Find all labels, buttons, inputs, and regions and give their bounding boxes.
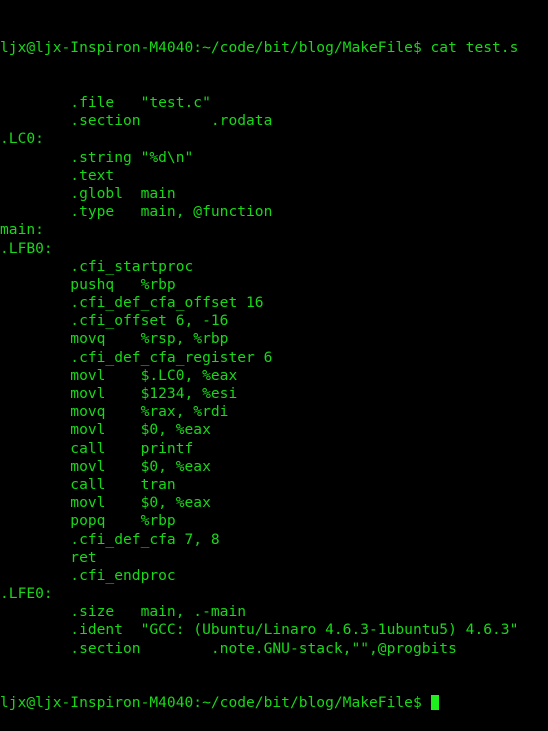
- output-line: movl $0, %eax: [0, 457, 211, 475]
- output-line: movl $.LC0, %eax: [0, 366, 238, 384]
- output-line: .type main, @function: [0, 203, 273, 221]
- output-line: .cfi_offset 6, -16: [0, 312, 229, 330]
- output-line: main:: [0, 221, 44, 239]
- output-line: .cfi_endproc: [0, 566, 176, 584]
- output-line: .cfi_startproc: [0, 257, 194, 275]
- output-line: .cfi_def_cfa_register 6: [0, 348, 273, 366]
- output-line: .text: [0, 166, 115, 184]
- command-line: ljx@ljx-Inspiron-M4040:~/code/bit/blog/M…: [0, 39, 519, 57]
- output-line: call printf: [0, 439, 194, 457]
- output-line: .size main, .-main: [0, 603, 247, 621]
- command-output: .file "test.c" .section .rodata .LC0: .st…: [0, 94, 548, 658]
- output-line: .section .rodata: [0, 112, 273, 130]
- output-line: movq %rsp, %rbp: [0, 330, 229, 348]
- terminal-window[interactable]: ljx@ljx-Inspiron-M4040:~/code/bit/blog/M…: [0, 0, 548, 711]
- final-prompt-line: ljx@ljx-Inspiron-M4040:~/code/bit/blog/M…: [0, 694, 548, 712]
- output-line: movl $1234, %esi: [0, 385, 238, 402]
- output-line: popq %rbp: [0, 512, 176, 530]
- output-line: .cfi_def_cfa 7, 8: [0, 530, 220, 548]
- shell-prompt: ljx@ljx-Inspiron-M4040:~/code/bit/blog/M…: [0, 694, 431, 712]
- output-line: movl $0, %eax: [0, 494, 211, 512]
- output-line: .file "test.c": [0, 94, 211, 111]
- output-line: .ident "GCC: (Ubuntu/Linaro 4.6.3-1ubunt…: [0, 621, 519, 639]
- output-line: pushq %rbp: [0, 275, 176, 293]
- output-line: movl $0, %eax: [0, 421, 211, 439]
- output-line: .cfi_def_cfa_offset 16: [0, 294, 264, 312]
- output-line: .LC0:: [0, 130, 44, 148]
- output-line: .globl main: [0, 184, 176, 202]
- output-line: ret: [0, 548, 97, 566]
- output-line: .LFB0:: [0, 239, 53, 257]
- text-cursor[interactable]: [430, 695, 439, 711]
- output-line: .section .note.GNU-stack,"",@progbits: [0, 639, 457, 657]
- output-line: .string "%d\n": [0, 148, 194, 166]
- output-line: .LFE0:: [0, 585, 53, 603]
- output-line: movq %rax, %rdi: [0, 403, 229, 421]
- output-line: call tran: [0, 475, 176, 493]
